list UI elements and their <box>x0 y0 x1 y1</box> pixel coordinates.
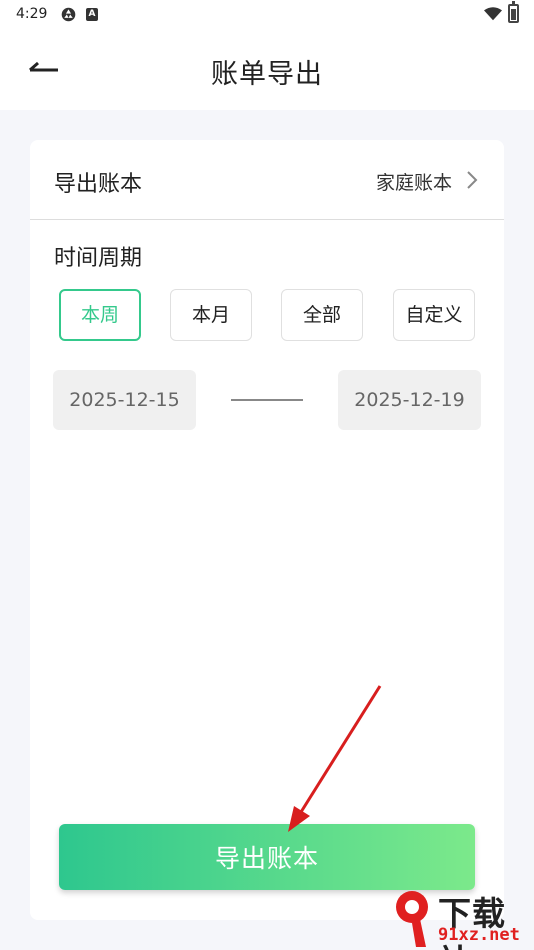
date-range-separator <box>231 399 303 401</box>
annotation-arrow-icon <box>288 685 382 832</box>
export-book-label: 导出账本 <box>54 172 143 197</box>
export-book-row[interactable]: 导出账本 家庭账本 <box>30 140 504 220</box>
chip-this-month[interactable]: 本月 <box>170 289 252 341</box>
wifi-icon <box>484 7 502 21</box>
chip-this-week[interactable]: 本周 <box>59 289 141 341</box>
status-bar: 4:29 A <box>0 0 534 30</box>
time-period-label: 时间周期 <box>54 246 143 271</box>
end-date-field[interactable]: 2025-12-19 <box>338 370 481 430</box>
recycle-icon <box>61 7 76 22</box>
top-app-bar: 账单导出 <box>0 30 534 110</box>
export-book-button[interactable]: 导出账本 <box>59 824 475 890</box>
chevron-right-icon <box>467 171 478 189</box>
watermark: 下载站 91xz.net <box>390 885 534 950</box>
app-notification-icon: A <box>86 8 98 21</box>
battery-icon <box>508 1 519 23</box>
watermark-site: 91xz.net <box>438 925 520 945</box>
export-book-value: 家庭账本 <box>375 172 452 194</box>
export-card: 导出账本 家庭账本 时间周期 本周 本月 全部 自定义 2025-12-15 2… <box>30 140 504 920</box>
start-date-field[interactable]: 2025-12-15 <box>53 370 196 430</box>
chip-all[interactable]: 全部 <box>281 289 363 341</box>
chip-custom[interactable]: 自定义 <box>393 289 475 341</box>
site-logo-icon <box>396 891 428 947</box>
status-time: 4:29 <box>16 6 48 22</box>
page-title: 账单导出 <box>211 59 323 90</box>
